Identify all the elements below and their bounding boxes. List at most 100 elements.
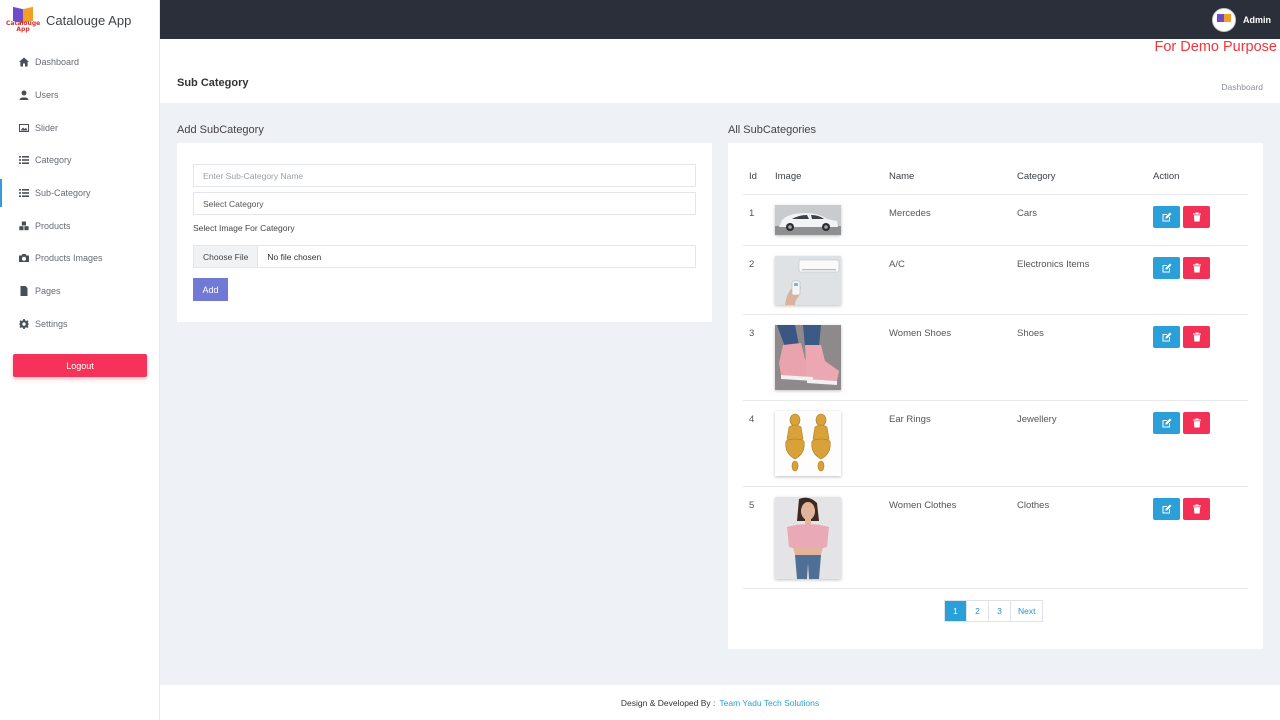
column-header: Name	[889, 171, 915, 182]
delete-button[interactable]	[1183, 206, 1210, 228]
row-category: Clothes	[1017, 500, 1050, 511]
sidebar-item-label: Products	[35, 220, 71, 231]
list-icon	[19, 155, 29, 165]
user-menu[interactable]: Admin	[1212, 8, 1271, 32]
page-3-button[interactable]: 3	[989, 601, 1011, 621]
top-bar: Admin	[160, 0, 1280, 39]
image-icon	[19, 123, 29, 133]
gear-icon	[19, 318, 29, 329]
table-title: All SubCategories	[728, 124, 817, 136]
sidebar: Catalouge App Catalouge App Dashboard Us…	[0, 0, 160, 720]
subcategory-image	[775, 205, 841, 235]
subcategory-image	[775, 497, 841, 579]
delete-button[interactable]	[1183, 326, 1210, 348]
sidebar-item-products-images[interactable]: Products Images	[0, 242, 159, 275]
edit-button[interactable]	[1153, 326, 1180, 348]
sidebar-item-users[interactable]: Users	[0, 79, 159, 112]
row-name: Ear Rings	[889, 414, 931, 425]
edit-button[interactable]	[1153, 206, 1180, 228]
row-id: 1	[749, 208, 755, 219]
sidebar-item-label: Products Images	[35, 253, 103, 264]
add-subcategory-card: Select Category Select Image For Categor…	[177, 143, 712, 322]
choose-file-button[interactable]: Choose File	[194, 246, 259, 267]
brand[interactable]: Catalouge App Catalouge App	[0, 0, 159, 40]
edit-icon	[1162, 504, 1171, 514]
page-1-button[interactable]: 1	[945, 601, 967, 621]
trash-icon	[1192, 504, 1201, 514]
table-row: 2 A/C Electronics Items	[743, 246, 1248, 315]
avatar	[1212, 8, 1236, 32]
page-2-button[interactable]: 2	[967, 601, 989, 621]
row-id: 3	[749, 328, 755, 339]
app-name: Catalouge App	[46, 12, 132, 28]
sidebar-item-products[interactable]: Products	[0, 209, 159, 242]
sidebar-item-settings[interactable]: Settings	[0, 308, 159, 341]
file-input[interactable]: Choose File No file chosen	[193, 245, 696, 268]
trash-icon	[1192, 418, 1201, 428]
sidebar-item-label: Sub-Category	[35, 188, 91, 199]
table-row: 5 Women Clothes Clothes	[743, 487, 1248, 589]
list-icon	[19, 188, 29, 198]
delete-button[interactable]	[1183, 412, 1210, 434]
sidebar-item-sub-category[interactable]: Sub-Category	[0, 177, 159, 210]
sidebar-item-slider[interactable]: Slider	[0, 111, 159, 144]
trash-icon	[1192, 332, 1201, 342]
edit-icon	[1162, 418, 1171, 428]
subcategory-image	[775, 325, 841, 390]
row-name: A/C	[889, 259, 905, 270]
edit-icon	[1162, 332, 1171, 342]
edit-button[interactable]	[1153, 257, 1180, 279]
subcategory-image	[775, 256, 841, 305]
edit-button[interactable]	[1153, 412, 1180, 434]
sidebar-item-label: Dashboard	[35, 57, 80, 68]
edit-icon	[1162, 263, 1171, 273]
edit-button[interactable]	[1153, 498, 1180, 520]
delete-button[interactable]	[1183, 498, 1210, 520]
file-status: No file chosen	[267, 251, 322, 262]
column-header: Category	[1017, 171, 1056, 182]
row-category: Electronics Items	[1017, 259, 1090, 270]
logout-button[interactable]: Logout	[13, 354, 147, 377]
subcategory-name-input[interactable]	[193, 164, 696, 187]
row-id: 4	[749, 414, 755, 425]
table-row: 3 Women Shoes Shoes	[743, 315, 1248, 401]
add-button[interactable]: Add	[193, 278, 228, 301]
column-header: Id	[749, 171, 757, 182]
pagination: 1 2 3 Next	[944, 600, 1044, 622]
app-logo: Catalouge App	[6, 6, 40, 34]
subcategory-image	[775, 411, 841, 476]
subcategories-card: Id Image Name Category Action 1 Mercedes…	[728, 143, 1263, 649]
row-name: Women Clothes	[889, 500, 957, 511]
page-header	[160, 39, 1280, 103]
sidebar-item-category[interactable]: Category	[0, 144, 159, 177]
row-id: 2	[749, 259, 755, 270]
cubes-icon	[19, 221, 29, 231]
column-header: Action	[1153, 171, 1180, 182]
file-icon	[19, 286, 29, 297]
sidebar-nav: Dashboard Users Slider Category Sub-Cate…	[0, 46, 159, 340]
next-page-button[interactable]: Next	[1011, 601, 1042, 621]
footer: Design & Developed By : Team Yadu Tech S…	[160, 685, 1280, 720]
row-name: Mercedes	[889, 208, 931, 219]
delete-button[interactable]	[1183, 257, 1210, 279]
sidebar-item-dashboard[interactable]: Dashboard	[0, 46, 159, 79]
sidebar-item-pages[interactable]: Pages	[0, 275, 159, 308]
trash-icon	[1192, 212, 1201, 222]
sidebar-item-label: Users	[35, 90, 59, 101]
sidebar-item-label: Settings	[35, 318, 68, 329]
row-category: Jewellery	[1017, 414, 1057, 425]
form-title: Add SubCategory	[177, 124, 264, 136]
table-header: Id Image Name Category Action	[743, 171, 1248, 195]
demo-banner: For Demo Purpose	[1154, 39, 1278, 55]
sidebar-item-label: Pages	[35, 286, 61, 297]
row-category: Shoes	[1017, 328, 1044, 339]
edit-icon	[1162, 212, 1171, 222]
row-category: Cars	[1017, 208, 1038, 219]
category-select[interactable]: Select Category	[193, 192, 696, 215]
user-name: Admin	[1243, 15, 1271, 25]
breadcrumb[interactable]: Dashboard	[1221, 82, 1263, 92]
home-icon	[19, 57, 29, 67]
footer-link[interactable]: Team Yadu Tech Solutions	[719, 698, 819, 708]
row-id: 5	[749, 500, 755, 511]
sidebar-item-label: Category	[35, 155, 72, 166]
